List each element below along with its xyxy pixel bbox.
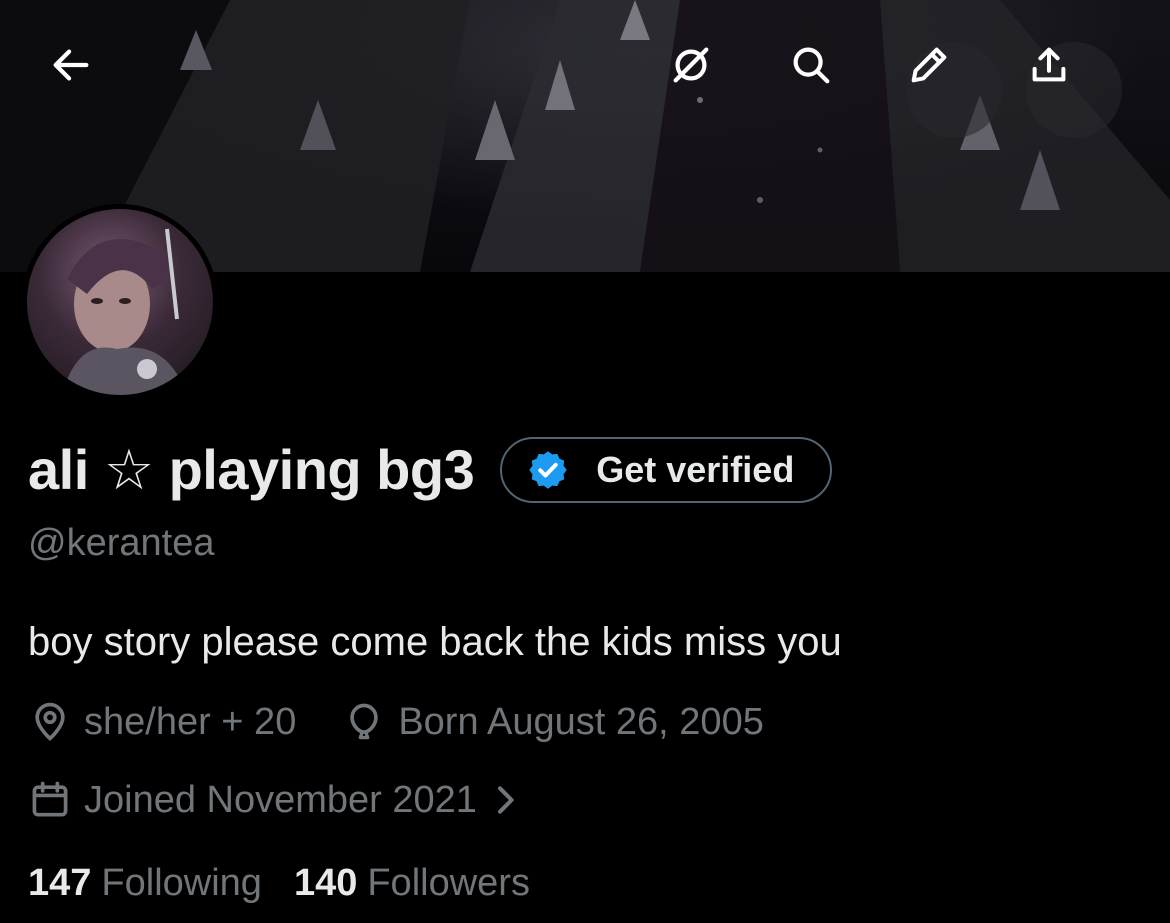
followers-label: Followers: [367, 862, 530, 904]
name-row: ali ☆ playing bg3 Get verified: [28, 432, 833, 508]
get-verified-button[interactable]: Get verified: [500, 437, 833, 503]
share-icon: [1032, 47, 1066, 82]
bio: boy story please come back the kids miss…: [28, 620, 842, 664]
follow-stats: 147 Following 140 Followers: [28, 862, 530, 905]
handle: @kerantea: [28, 522, 215, 564]
back-button[interactable]: [48, 42, 144, 138]
followers-link[interactable]: 140 Followers: [294, 862, 530, 905]
chevron-right-icon: [497, 786, 514, 814]
profile-meta-row: she/her + 20 Born August 26, 2005: [28, 700, 764, 744]
balloon-icon: [350, 703, 379, 740]
avatar-image: [27, 209, 213, 395]
joined-row[interactable]: Joined November 2021: [28, 778, 525, 822]
following-count: 147: [28, 862, 92, 904]
arrow-left-icon: [53, 49, 89, 81]
followers-count: 140: [293, 862, 358, 904]
birthday-text: Born August 26, 2005: [398, 700, 764, 743]
grok-icon: [673, 47, 709, 83]
search-icon: [793, 47, 830, 84]
location-pin-icon: [35, 702, 65, 741]
share-button[interactable]: [1026, 42, 1122, 138]
calendar-icon: [32, 781, 68, 817]
display-name: ali ☆ playing bg3: [28, 438, 475, 501]
joined-text: Joined November 2021: [84, 778, 477, 821]
following-label: Following: [101, 862, 262, 904]
get-verified-label: Get verified: [596, 449, 795, 490]
pencil-icon: [911, 47, 947, 83]
joined-item[interactable]: Joined November 2021: [28, 778, 525, 822]
pronouns-text: she/her + 20: [84, 700, 297, 743]
grok-button[interactable]: [668, 42, 764, 138]
birthday-item: Born August 26, 2005: [342, 700, 764, 744]
edit-button[interactable]: [906, 42, 1002, 138]
following-link[interactable]: 147 Following: [28, 862, 262, 905]
location-item: she/her + 20: [28, 700, 296, 744]
avatar[interactable]: [22, 204, 218, 400]
search-button[interactable]: [788, 42, 884, 138]
verified-badge-icon: [529, 451, 567, 489]
